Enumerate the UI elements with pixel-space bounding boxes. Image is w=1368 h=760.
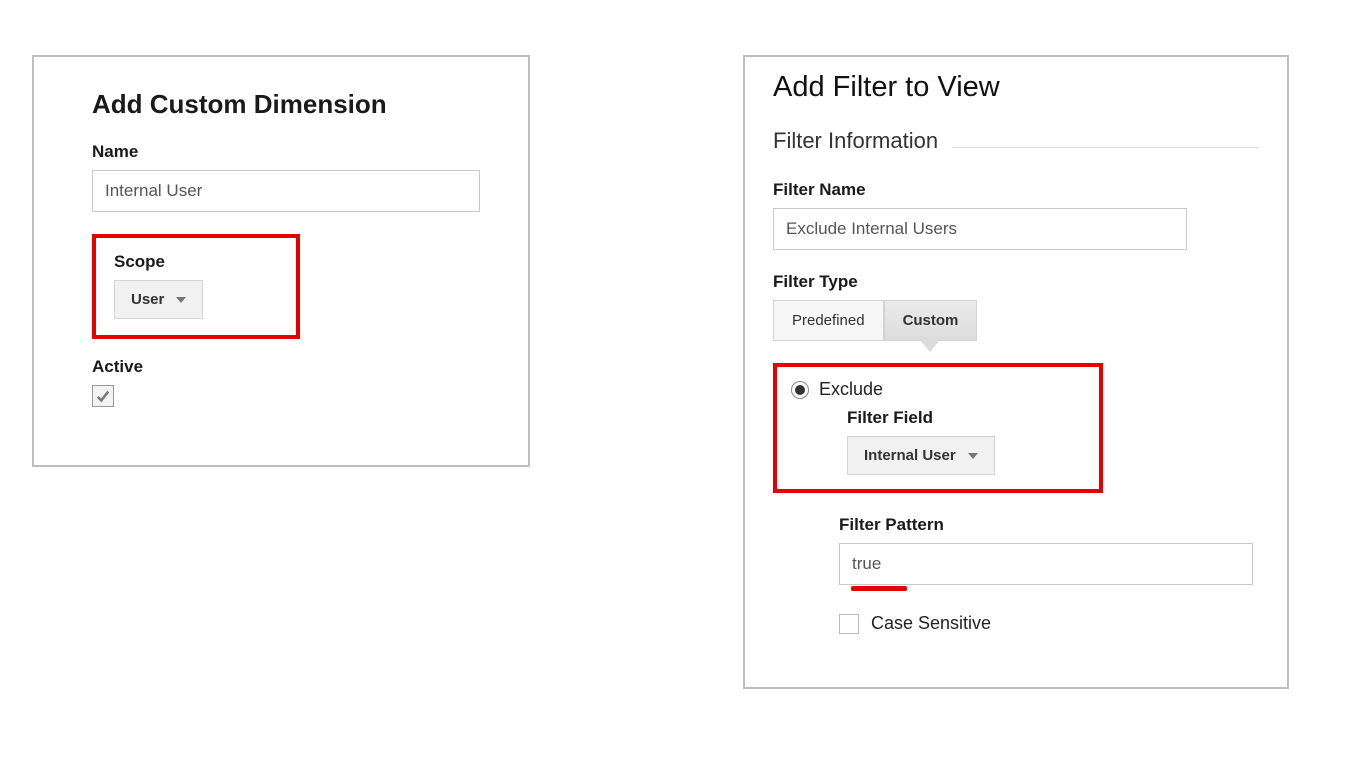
- scope-dropdown[interactable]: User: [114, 280, 203, 319]
- filter-name-label: Filter Name: [773, 180, 1259, 200]
- section-label: Filter Information: [773, 128, 938, 154]
- filter-field-group: Filter Field Internal User: [847, 408, 1085, 475]
- add-filter-panel: Add Filter to View Filter Information Fi…: [743, 55, 1289, 689]
- filter-name-input[interactable]: [773, 208, 1187, 250]
- exclude-label: Exclude: [819, 379, 883, 400]
- section-header: Filter Information: [773, 128, 1259, 158]
- filter-field-value: Internal User: [864, 447, 956, 464]
- tab-predefined[interactable]: Predefined: [773, 300, 884, 341]
- active-field-group: Active: [92, 357, 480, 407]
- scope-dropdown-value: User: [131, 291, 164, 308]
- section-divider: [952, 147, 1259, 148]
- chevron-down-icon: [176, 297, 186, 303]
- name-input[interactable]: [92, 170, 480, 212]
- active-checkbox[interactable]: [92, 385, 114, 407]
- case-sensitive-checkbox[interactable]: [839, 614, 859, 634]
- case-sensitive-row: Case Sensitive: [839, 613, 1259, 634]
- scope-highlight-box: Scope User: [92, 234, 300, 339]
- filter-field-dropdown[interactable]: Internal User: [847, 436, 995, 475]
- panel-title: Add Custom Dimension: [92, 89, 480, 120]
- tab-custom-label: Custom: [903, 312, 959, 329]
- filter-name-group: Filter Name: [773, 180, 1259, 250]
- tab-pointer-icon: [920, 340, 940, 352]
- scope-label: Scope: [114, 252, 278, 272]
- filter-field-label: Filter Field: [847, 408, 1085, 428]
- filter-pattern-group: Filter Pattern Case Sensitive: [839, 515, 1259, 634]
- chevron-down-icon: [968, 453, 978, 459]
- filter-type-label: Filter Type: [773, 272, 1259, 292]
- active-label: Active: [92, 357, 480, 377]
- check-icon: [96, 389, 110, 403]
- panel-title: Add Filter to View: [773, 71, 1259, 104]
- exclude-radio[interactable]: [791, 381, 809, 399]
- filter-pattern-input[interactable]: [839, 543, 1253, 585]
- filter-type-tabs: Predefined Custom: [773, 300, 1259, 341]
- filter-type-group: Filter Type Predefined Custom: [773, 272, 1259, 341]
- exclude-radio-row: Exclude: [791, 379, 1085, 400]
- radio-dot-icon: [795, 385, 805, 395]
- name-label: Name: [92, 142, 480, 162]
- exclude-highlight-box: Exclude Filter Field Internal User: [773, 363, 1103, 493]
- tab-custom[interactable]: Custom: [884, 300, 978, 341]
- highlight-underline: [851, 586, 907, 591]
- case-sensitive-label: Case Sensitive: [871, 613, 991, 634]
- filter-pattern-input-wrap: [839, 543, 1259, 585]
- add-custom-dimension-panel: Add Custom Dimension Name Scope User Act…: [32, 55, 530, 467]
- name-field-group: Name: [92, 142, 480, 212]
- filter-pattern-label: Filter Pattern: [839, 515, 1259, 535]
